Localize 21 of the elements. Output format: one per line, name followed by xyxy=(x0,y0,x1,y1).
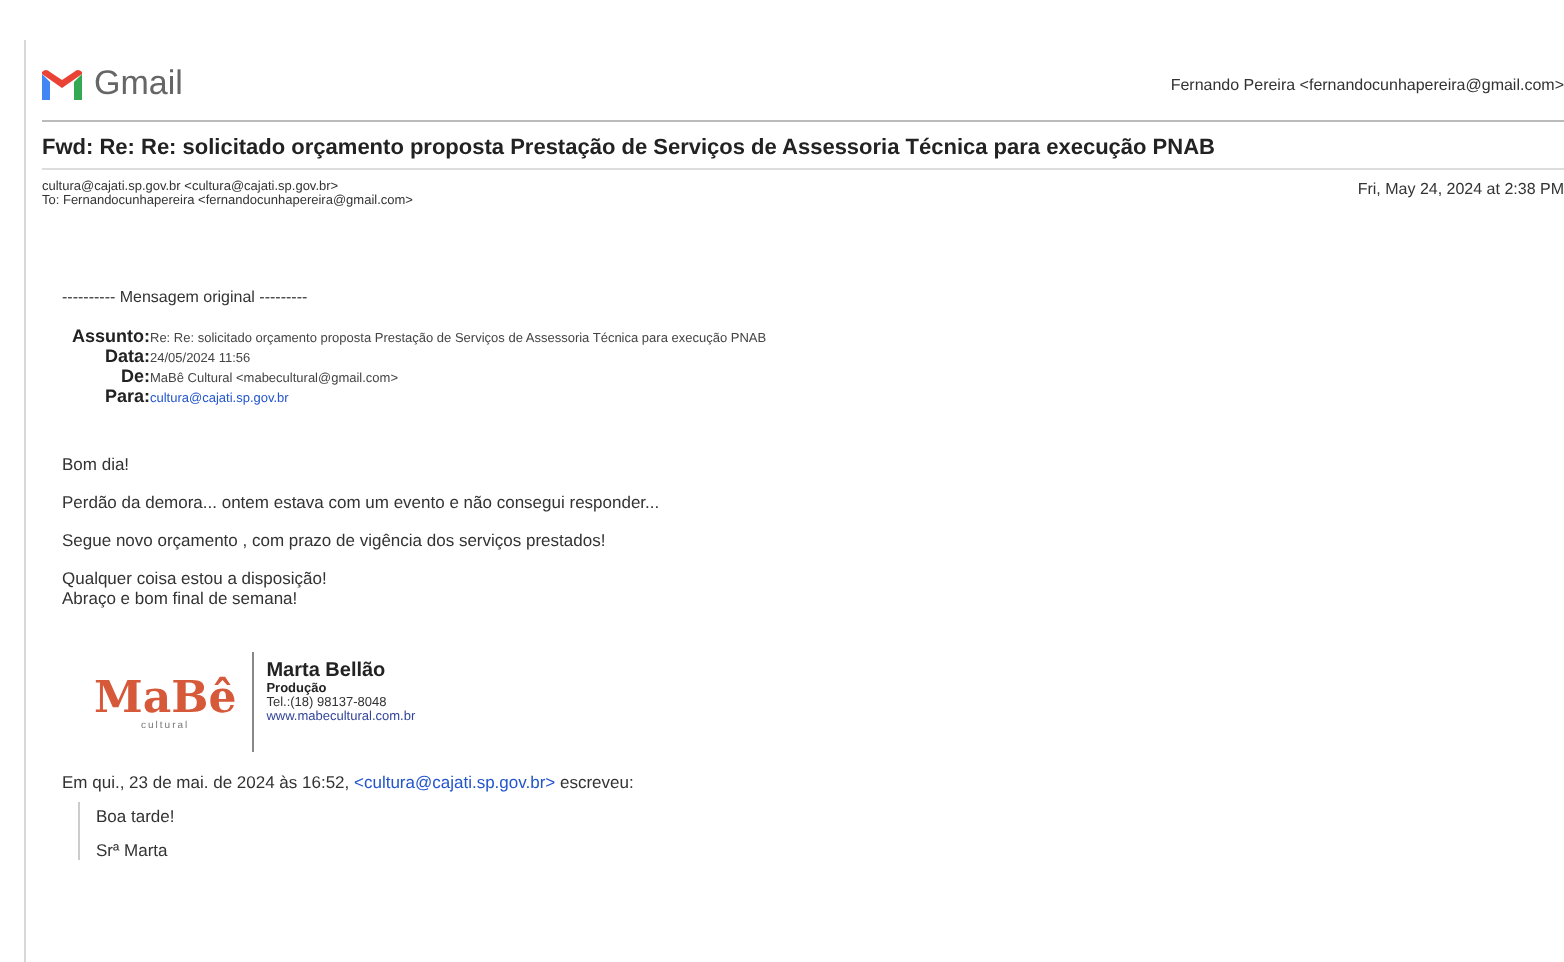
forward-separator: ---------- Mensagem original --------- xyxy=(62,288,310,306)
message-line: Perdão da demora... ontem estava com um evento e não consegui responder... xyxy=(62,492,662,512)
account-name: Fernando Pereira <fernandocunhapereira@gmail.com> xyxy=(1170,75,1564,93)
field-label: Assunto: xyxy=(70,326,150,346)
quoted-line: Srª Marta xyxy=(96,840,170,860)
message-line: Abraço e bom final de semana! xyxy=(62,588,300,608)
email-link[interactable]: <cultura@cajati.sp.gov.br> xyxy=(354,772,556,792)
logo-wordmark: MaBê xyxy=(94,676,237,720)
gmail-logo-icon xyxy=(42,69,82,99)
message-line: Qualquer coisa estou a disposição! xyxy=(62,568,329,588)
field-label: De: xyxy=(118,366,150,386)
gmail-wordmark: Gmail xyxy=(94,64,183,104)
quoted-line: Boa tarde! xyxy=(96,806,177,826)
field-label: Para: xyxy=(102,386,150,406)
quote-intro: Em qui., 23 de mai. de 2024 às 16:52, <cultura@cajati.sp.gov.br> escreveu: xyxy=(60,770,636,792)
field-label: Data: xyxy=(102,346,150,366)
message-line: Bom dia! xyxy=(62,454,132,474)
email-subject: Fwd: Re: Re: solicitado orçamento proposta Prestação de Serviços de Assessoria Técnica para execução PNAB xyxy=(42,122,1564,170)
message-line: Segue novo orçamento , com prazo de vigência dos serviços prestados! xyxy=(62,530,608,550)
signature-name: Marta Bellão xyxy=(266,660,388,682)
email-date: Fri, May 24, 2024 at 2:38 PM xyxy=(1357,180,1564,202)
